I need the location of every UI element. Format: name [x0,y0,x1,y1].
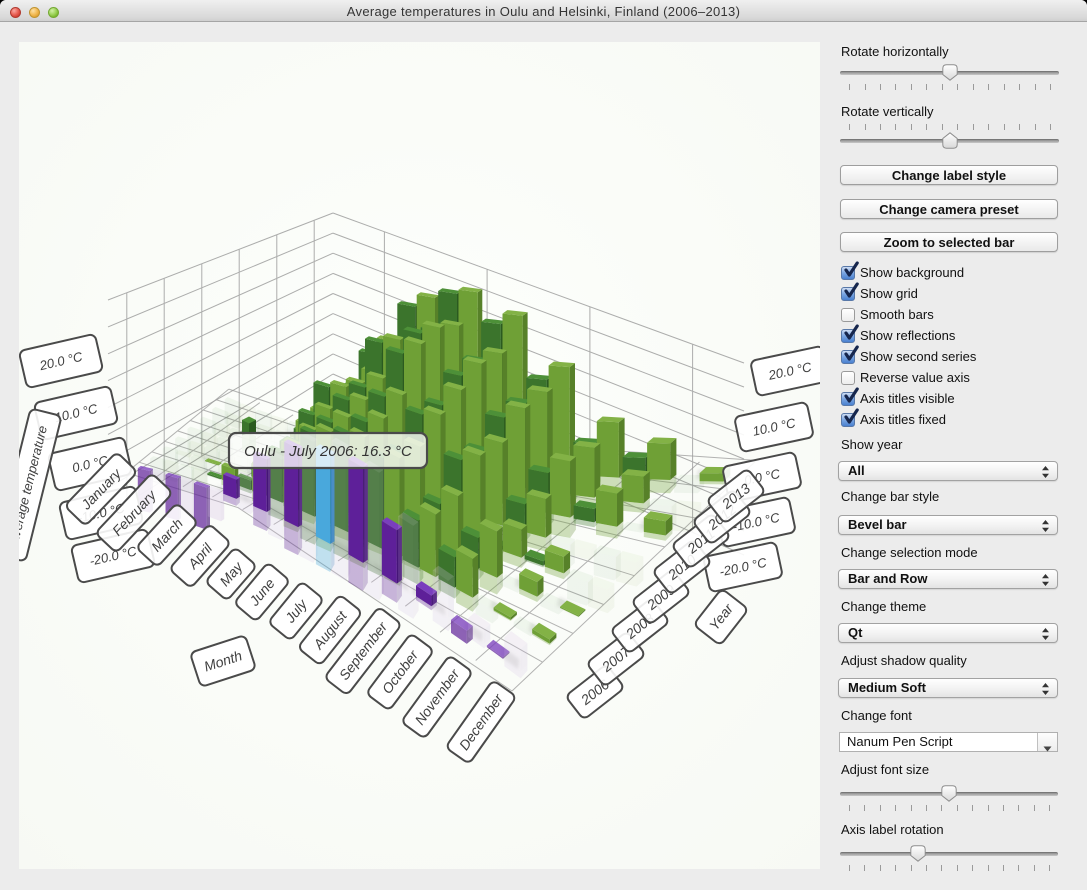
svg-text:Oulu - July 2006: 16.3 °C: Oulu - July 2006: 16.3 °C [244,443,412,460]
